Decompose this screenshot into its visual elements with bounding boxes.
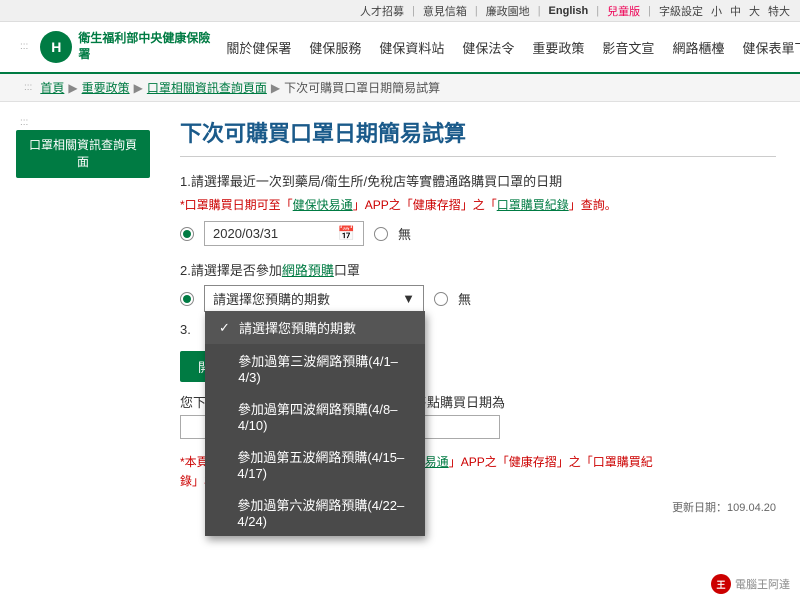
nav-media[interactable]: 影音文宣: [594, 34, 662, 61]
wu-radio[interactable]: [374, 227, 388, 241]
dropdown-wu-radio[interactable]: [434, 292, 448, 306]
drag-handle-breadcrumb: :::: [20, 81, 36, 95]
check-icon: ✓: [219, 320, 233, 336]
breadcrumb: ::: 首頁 ▶ 重要政策 ▶ 口罩相關資訊查詢頁面 ▶ 下次可購買口罩日期簡易…: [0, 74, 800, 102]
section1-label: 1.請選擇最近一次到藥局/衛生所/免稅店等實體通路購買口罩的日期: [180, 171, 776, 190]
nav-law[interactable]: 健保法令: [454, 34, 522, 61]
calendar-icon[interactable]: 📅: [338, 225, 355, 242]
font-size-label: 字級設定: [659, 3, 703, 19]
date-row: 2020/03/31 📅 無: [180, 221, 776, 246]
nav-forms[interactable]: 健保表單下載: [734, 34, 800, 61]
dropdown-row: 請選擇您預購的期數 ▼ ✓ 請選擇您預購的期數 參加過第三波網路預購(4/1–4…: [180, 285, 776, 312]
dropdown-menu: ✓ 請選擇您預購的期數 參加過第三波網路預購(4/1–4/3) 參加過第四波網路…: [205, 311, 425, 536]
wu-label: 無: [398, 224, 411, 243]
nav-policy[interactable]: 重要政策: [524, 34, 592, 61]
watermark: 王 電腦王阿達: [711, 574, 790, 594]
dropdown-option-label-3: 參加過第五波網路預購(4/15–4/17): [237, 447, 411, 481]
online-preorder-link[interactable]: 網路預購: [282, 263, 334, 278]
sep2: |: [475, 5, 478, 17]
dropdown-selected-text: 請選擇您預購的期數: [213, 289, 330, 308]
dropdown-option-3[interactable]: 參加過第五波網路預購(4/15–4/17): [205, 440, 425, 488]
breadcrumb-level2[interactable]: 重要政策: [82, 79, 130, 96]
font-mid-btn[interactable]: 中: [730, 3, 741, 19]
dropdown-option-label-2: 參加過第四波網路預購(4/8–4/10): [238, 399, 411, 433]
children-version-link[interactable]: 兒童版: [607, 3, 640, 19]
sep3: |: [538, 5, 541, 17]
watermark-icon-text: 王: [716, 578, 725, 591]
logo-icon: H: [40, 31, 72, 63]
watermark-icon: 王: [711, 574, 731, 594]
mailbox-link[interactable]: 意見信箱: [423, 3, 467, 19]
breadcrumb-sep3: ▶: [271, 81, 280, 95]
nav-data[interactable]: 健保資料站: [371, 34, 452, 61]
logo-text[interactable]: 衛生福利部中央健康保險署: [78, 31, 210, 62]
breadcrumb-sep1: ▶: [68, 81, 77, 95]
nav-about[interactable]: 關於健保署: [218, 34, 299, 61]
sidebar: ::: 口罩相關資訊查詢頁面: [0, 102, 160, 600]
dropdown-radio[interactable]: [180, 292, 194, 306]
dropdown-option-0[interactable]: ✓ 請選擇您預購的期數: [205, 311, 425, 344]
logo-letter: H: [51, 39, 61, 55]
app-link2[interactable]: 口罩購買紀錄: [497, 198, 569, 212]
sep5: |: [648, 5, 651, 17]
date-radio[interactable]: [180, 227, 194, 241]
page-title: 下次可購買口罩日期簡易試算: [180, 116, 776, 157]
top-utility-bar: 人才招募 | 意見信箱 | 廉政園地 | English | 兒童版 | 字級設…: [0, 0, 800, 22]
dropdown-option-4[interactable]: 參加過第六波網路預購(4/22–4/24): [205, 488, 425, 536]
section3-label: 3.: [180, 322, 191, 337]
dropdown-option-1[interactable]: 參加過第三波網路預購(4/1–4/3): [205, 344, 425, 392]
dropdown-option-label-1: 參加過第三波網路預購(4/1–4/3): [238, 351, 411, 385]
main-nav: 關於健保署 健保服務 健保資料站 健保法令 重要政策 影音文宣 網路櫃檯 健保表…: [218, 33, 800, 61]
drag-handle-sidebar: :::: [16, 116, 150, 130]
preorder-dropdown[interactable]: 請選擇您預購的期數 ▼ ✓ 請選擇您預購的期數 參加過第三波網路預購(4/1–4…: [204, 285, 424, 312]
section2-label: 2.請選擇是否參加網路預購口罩: [180, 260, 776, 279]
nav-service[interactable]: 健保服務: [301, 34, 369, 61]
nav-portal[interactable]: 網路櫃檯: [664, 34, 732, 61]
breadcrumb-current: 下次可購買口罩日期簡易試算: [284, 79, 440, 96]
logo-area: H 衛生福利部中央健康保險署: [40, 31, 210, 63]
font-large-btn[interactable]: 大: [749, 3, 760, 19]
dropdown-option-2[interactable]: 參加過第四波網路預購(4/8–4/10): [205, 392, 425, 440]
section2: 2.請選擇是否參加網路預購口罩 請選擇您預購的期數 ▼ ✓ 請選擇您預購的期數: [180, 260, 776, 312]
sep4: |: [596, 5, 599, 17]
site-header: ::: H 衛生福利部中央健康保險署 關於健保署 健保服務 健保資料站 健保法令…: [0, 22, 800, 74]
date-input[interactable]: 2020/03/31 📅: [204, 221, 364, 246]
integrity-link[interactable]: 廉政園地: [486, 3, 530, 19]
watermark-text: 電腦王阿達: [735, 576, 790, 592]
date-value: 2020/03/31: [213, 226, 278, 241]
dropdown-option-label-4: 參加過第六波網路預購(4/22–4/24): [237, 495, 411, 529]
sep1: |: [412, 5, 415, 17]
breadcrumb-home[interactable]: 首頁: [40, 79, 64, 96]
recruitment-link[interactable]: 人才招募: [360, 3, 404, 19]
english-link[interactable]: English: [549, 5, 589, 17]
content-wrapper: ::: 口罩相關資訊查詢頁面 下次可購買口罩日期簡易試算 1.請選擇最近一次到藥…: [0, 102, 800, 600]
dropdown-option-label-0: 請選擇您預購的期數: [239, 318, 356, 337]
app-link1[interactable]: 健保快易通: [293, 198, 353, 212]
drag-handle-logo: :::: [16, 40, 32, 54]
main-content: 下次可購買口罩日期簡易試算 1.請選擇最近一次到藥局/衛生所/免稅店等實體通路購…: [160, 102, 800, 600]
breadcrumb-level3[interactable]: 口罩相關資訊查詢頁面: [147, 79, 267, 96]
font-xlarge-btn[interactable]: 特大: [768, 3, 790, 19]
section1-note: *口罩購買日期可至「健保快易通」APP之「健康存摺」之「口罩購買紀錄」查詢。: [180, 196, 776, 213]
dropdown-wu-label: 無: [458, 289, 471, 308]
sidebar-mask-query-btn[interactable]: 口罩相關資訊查詢頁面: [16, 130, 150, 178]
breadcrumb-sep2: ▶: [134, 81, 143, 95]
font-small-btn[interactable]: 小: [711, 3, 722, 19]
dropdown-arrow-icon: ▼: [402, 291, 415, 306]
